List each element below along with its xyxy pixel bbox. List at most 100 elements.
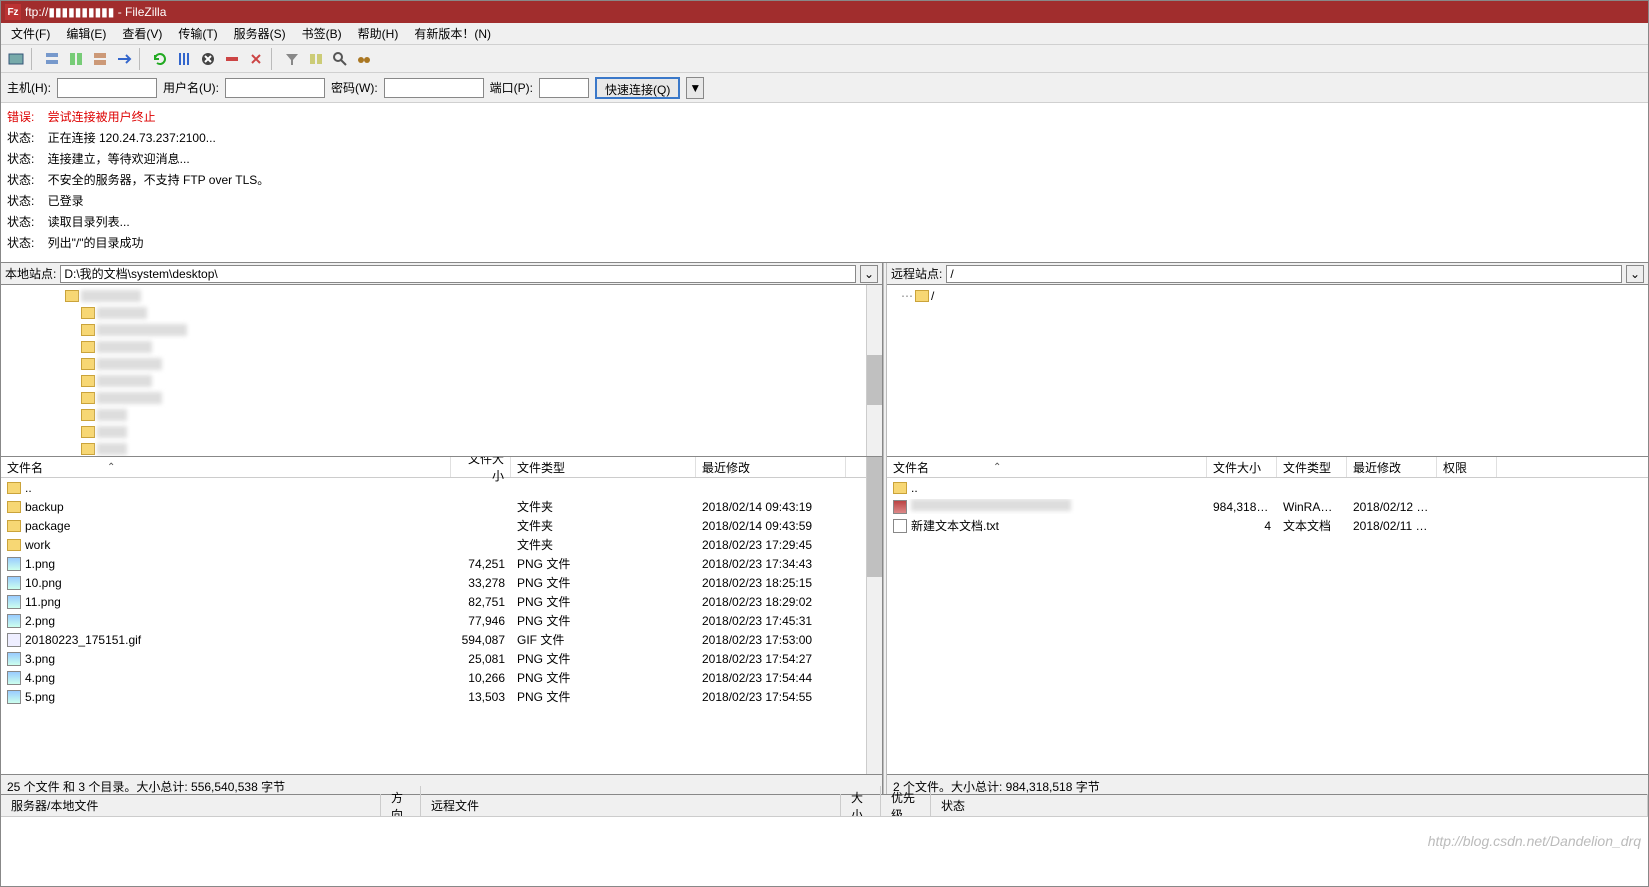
refresh-button[interactable] xyxy=(149,48,171,70)
menu-bookmarks[interactable]: 书签(B) xyxy=(294,23,350,44)
quick-connect-button[interactable]: 快速连接(Q) xyxy=(595,77,680,99)
col-name[interactable]: 文件名 xyxy=(1,457,451,477)
col-name[interactable]: 文件名 xyxy=(887,457,1207,477)
local-pane: 本地站点: ⌄ 文件名 文件大小 文件类型 最近修改 ..backup文件夹 xyxy=(1,263,883,794)
menu-view[interactable]: 查看(V) xyxy=(114,23,170,44)
local-path-input[interactable] xyxy=(60,265,856,283)
disconnect-button[interactable] xyxy=(221,48,243,70)
remote-root-node[interactable]: / xyxy=(931,289,934,303)
remote-path-dropdown[interactable]: ⌄ xyxy=(1626,265,1644,283)
cancel-button[interactable] xyxy=(197,48,219,70)
log-line: 状态: 读取目录列表... xyxy=(7,212,1642,233)
toolbar xyxy=(1,45,1648,73)
toggle-tree-button[interactable] xyxy=(65,48,87,70)
message-log[interactable]: 错误: 尝试连接被用户终止状态: 正在连接 120.24.73.237:2100… xyxy=(1,103,1648,263)
file-icon xyxy=(7,652,21,666)
password-label: 密码(W): xyxy=(331,79,378,96)
file-row[interactable]: 11.png82,751PNG 文件2018/02/23 18:29:02 xyxy=(1,592,882,611)
file-icon xyxy=(7,557,21,571)
file-icon xyxy=(7,576,21,590)
file-row[interactable]: 1.png74,251PNG 文件2018/02/23 17:34:43 xyxy=(1,554,882,573)
local-tree-scrollbar[interactable] xyxy=(866,285,882,456)
user-input[interactable] xyxy=(225,78,325,98)
local-tree[interactable] xyxy=(1,285,882,457)
file-row[interactable]: package文件夹2018/02/14 09:43:59 xyxy=(1,516,882,535)
port-input[interactable] xyxy=(539,78,589,98)
search-button[interactable] xyxy=(329,48,351,70)
folder-icon xyxy=(915,290,929,302)
file-row[interactable]: .. xyxy=(887,478,1648,497)
col-type[interactable]: 文件类型 xyxy=(511,457,696,477)
queue-col-status[interactable]: 状态 xyxy=(931,794,1648,817)
log-line: 状态: 已登录 xyxy=(7,191,1642,212)
remote-tree[interactable]: ⋯/ xyxy=(887,285,1648,457)
transfer-queue[interactable] xyxy=(1,816,1648,886)
folder-icon xyxy=(893,482,907,494)
file-row[interactable]: 新建文本文档.txt4文本文档2018/02/11 1... xyxy=(887,516,1648,535)
file-row[interactable]: 3.png25,081PNG 文件2018/02/23 17:54:27 xyxy=(1,649,882,668)
quick-connect-dropdown[interactable]: ▼ xyxy=(686,77,704,99)
col-modified[interactable]: 最近修改 xyxy=(1347,457,1437,477)
toggle-queue-button[interactable] xyxy=(89,48,111,70)
toggle-log-button[interactable] xyxy=(41,48,63,70)
remote-path-input[interactable] xyxy=(946,265,1622,283)
process-queue-button[interactable] xyxy=(173,48,195,70)
user-label: 用户名(U): xyxy=(163,79,219,96)
quick-connect-bar: 主机(H): 用户名(U): 密码(W): 端口(P): 快速连接(Q) ▼ xyxy=(1,73,1648,103)
file-row[interactable]: 5.png13,503PNG 文件2018/02/23 17:54:55 xyxy=(1,687,882,706)
file-row[interactable]: 10.png33,278PNG 文件2018/02/23 18:25:15 xyxy=(1,573,882,592)
file-icon xyxy=(7,595,21,609)
app-logo-icon: Fz xyxy=(5,4,21,20)
remote-file-list[interactable]: 文件名 文件大小 文件类型 最近修改 权限 ..984,318,514WinRA… xyxy=(887,457,1648,774)
transfer-queue-header[interactable]: 服务器/本地文件 方向 远程文件 大小 优先级 状态 xyxy=(1,794,1648,816)
remote-pane: 远程站点: ⌄ ⋯/ 文件名 文件大小 文件类型 最近修改 权限 ..984,3… xyxy=(887,263,1648,794)
file-row[interactable]: .. xyxy=(1,478,882,497)
log-line: 状态: 连接建立，等待欢迎消息... xyxy=(7,149,1642,170)
remote-list-header[interactable]: 文件名 文件大小 文件类型 最近修改 权限 xyxy=(887,457,1648,478)
port-label: 端口(P): xyxy=(490,79,533,96)
file-row[interactable]: 4.png10,266PNG 文件2018/02/23 17:54:44 xyxy=(1,668,882,687)
col-size[interactable]: 文件大小 xyxy=(1207,457,1277,477)
queue-col-server[interactable]: 服务器/本地文件 xyxy=(1,794,381,817)
binoculars-icon[interactable] xyxy=(353,48,375,70)
site-manager-button[interactable] xyxy=(5,48,27,70)
filter-button[interactable] xyxy=(281,48,303,70)
menu-help[interactable]: 帮助(H) xyxy=(350,23,407,44)
file-row[interactable]: 2.png77,946PNG 文件2018/02/23 17:45:31 xyxy=(1,611,882,630)
file-icon xyxy=(893,500,907,514)
file-icon xyxy=(7,690,21,704)
file-row[interactable]: 984,318,514WinRAR ...2018/02/12 0... xyxy=(887,497,1648,516)
menu-server[interactable]: 服务器(S) xyxy=(226,23,294,44)
local-list-header[interactable]: 文件名 文件大小 文件类型 最近修改 xyxy=(1,457,882,478)
file-icon xyxy=(7,614,21,628)
log-line: 状态: 列出"/"的目录成功 xyxy=(7,233,1642,254)
file-row[interactable]: work文件夹2018/02/23 17:29:45 xyxy=(1,535,882,554)
file-icon xyxy=(893,519,907,533)
log-line: 错误: 尝试连接被用户终止 xyxy=(7,107,1642,128)
col-type[interactable]: 文件类型 xyxy=(1277,457,1347,477)
reconnect-button[interactable] xyxy=(245,48,267,70)
local-file-list[interactable]: 文件名 文件大小 文件类型 最近修改 ..backup文件夹2018/02/14… xyxy=(1,457,882,774)
col-permissions[interactable]: 权限 xyxy=(1437,457,1497,477)
file-icon xyxy=(7,633,21,647)
file-icon xyxy=(7,671,21,685)
remote-status: 2 个文件。大小总计: 984,318,518 字节 xyxy=(887,774,1648,794)
password-input[interactable] xyxy=(384,78,484,98)
menu-file[interactable]: 文件(F) xyxy=(3,23,58,44)
compare-button[interactable] xyxy=(305,48,327,70)
folder-icon xyxy=(7,520,21,532)
col-size[interactable]: 文件大小 xyxy=(451,457,511,477)
local-path-row: 本地站点: ⌄ xyxy=(1,263,882,285)
sync-browse-button[interactable] xyxy=(113,48,135,70)
col-modified[interactable]: 最近修改 xyxy=(696,457,846,477)
menu-transfer[interactable]: 传输(T) xyxy=(170,23,225,44)
queue-col-remote[interactable]: 远程文件 xyxy=(421,794,841,817)
local-path-dropdown[interactable]: ⌄ xyxy=(860,265,878,283)
local-list-scrollbar[interactable] xyxy=(866,457,882,774)
file-row[interactable]: backup文件夹2018/02/14 09:43:19 xyxy=(1,497,882,516)
menu-edit[interactable]: 编辑(E) xyxy=(58,23,114,44)
menu-update[interactable]: 有新版本！(N) xyxy=(406,23,499,44)
host-input[interactable] xyxy=(57,78,157,98)
file-row[interactable]: 20180223_175151.gif594,087GIF 文件2018/02/… xyxy=(1,630,882,649)
local-site-label: 本地站点: xyxy=(5,265,56,282)
